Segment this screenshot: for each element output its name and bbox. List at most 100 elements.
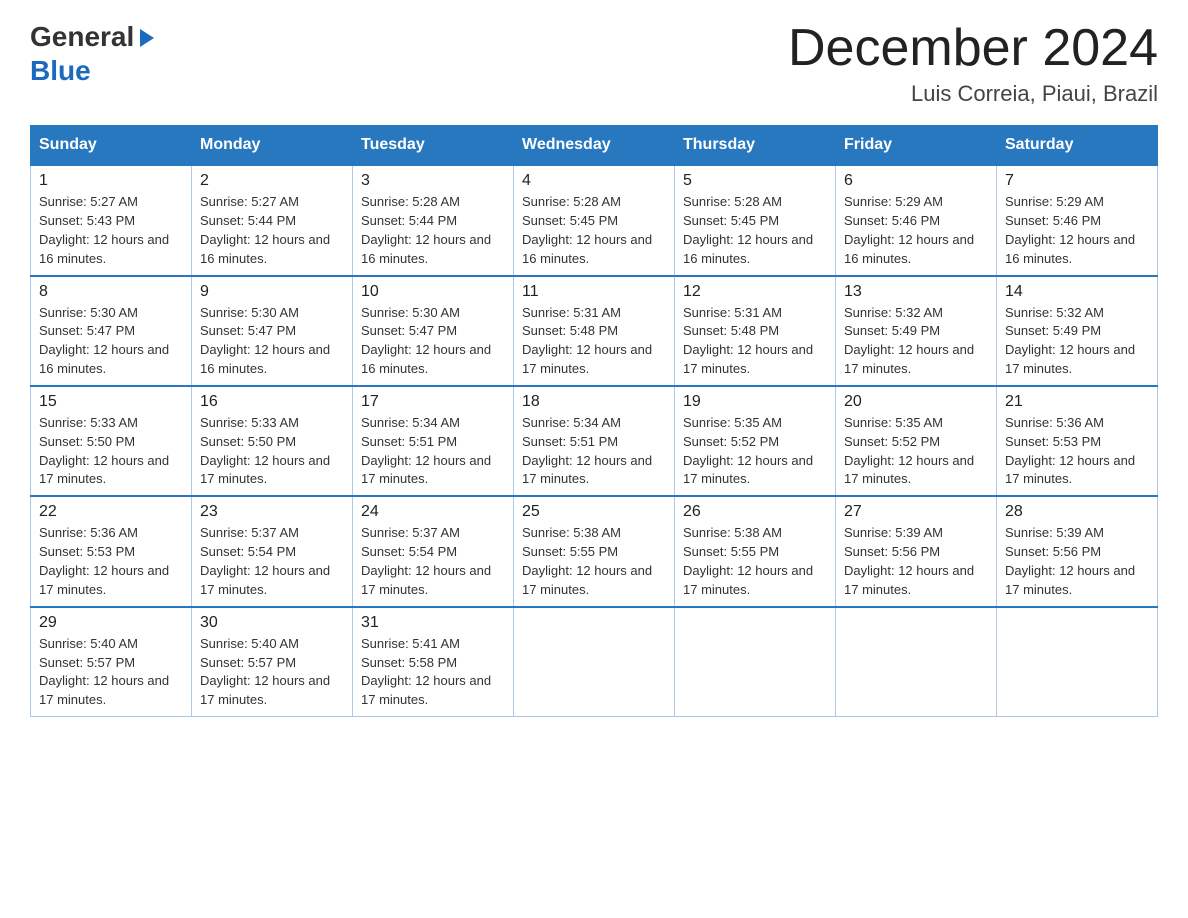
day-cell: 11Sunrise: 5:31 AMSunset: 5:48 PMDayligh… <box>514 276 675 386</box>
day-number: 1 <box>39 172 183 190</box>
day-cell: 17 Sunrise: 5:34 AMSunset: 5:51 PMDayligh… <box>353 386 514 496</box>
day-info: Sunrise: 5:36 AMSunset: 5:53 PMDaylight:… <box>1005 414 1149 489</box>
day-cell: 24 Sunrise: 5:37 AMSunset: 5:54 PMDayligh… <box>353 496 514 606</box>
day-cell: 1 Sunrise: 5:27 AMSunset: 5:43 PMDaylight… <box>31 165 192 275</box>
day-info: Sunrise: 5:29 AMSunset: 5:46 PMDaylight:… <box>1005 193 1149 268</box>
logo: General Blue <box>30 20 158 87</box>
day-info: Sunrise: 5:36 AMSunset: 5:53 PMDaylight:… <box>39 524 183 599</box>
day-cell: 29Sunrise: 5:40 AMSunset: 5:57 PMDayligh… <box>31 607 192 717</box>
day-number: 31 <box>361 614 505 632</box>
day-number: 29 <box>39 614 183 632</box>
day-info: Sunrise: 5:28 AMSunset: 5:45 PMDaylight:… <box>683 193 827 268</box>
day-cell: 22Sunrise: 5:36 AMSunset: 5:53 PMDayligh… <box>31 496 192 606</box>
day-info: Sunrise: 5:40 AMSunset: 5:57 PMDaylight:… <box>200 635 344 710</box>
day-number: 30 <box>200 614 344 632</box>
logo-arrow-icon <box>136 27 158 49</box>
day-cell: 20Sunrise: 5:35 AMSunset: 5:52 PMDayligh… <box>836 386 997 496</box>
logo-blue: Blue <box>30 55 91 86</box>
day-number: 24 <box>361 503 505 521</box>
title-block: December 2024 Luis Correia, Piaui, Brazi… <box>788 20 1158 107</box>
day-info: Sunrise: 5:30 AMSunset: 5:47 PMDaylight:… <box>39 304 183 379</box>
day-info: Sunrise: 5:33 AMSunset: 5:50 PMDaylight:… <box>39 414 183 489</box>
day-info: Sunrise: 5:27 AMSunset: 5:44 PMDaylight:… <box>200 193 344 268</box>
day-cell: 26 Sunrise: 5:38 AMSunset: 5:55 PMDayligh… <box>675 496 836 606</box>
day-number: 27 <box>844 503 988 521</box>
day-cell: 18 Sunrise: 5:34 AMSunset: 5:51 PMDayligh… <box>514 386 675 496</box>
day-number: 13 <box>844 283 988 301</box>
day-cell: 2 Sunrise: 5:27 AMSunset: 5:44 PMDaylight… <box>192 165 353 275</box>
header-thursday: Thursday <box>675 126 836 166</box>
day-number: 19 <box>683 393 827 411</box>
day-number: 20 <box>844 393 988 411</box>
day-cell: 31 Sunrise: 5:41 AMSunset: 5:58 PMDayligh… <box>353 607 514 717</box>
day-number: 14 <box>1005 283 1149 301</box>
day-info: Sunrise: 5:32 AMSunset: 5:49 PMDaylight:… <box>1005 304 1149 379</box>
day-info: Sunrise: 5:35 AMSunset: 5:52 PMDaylight:… <box>683 414 827 489</box>
header-tuesday: Tuesday <box>353 126 514 166</box>
day-info: Sunrise: 5:38 AMSunset: 5:55 PMDaylight:… <box>522 524 666 599</box>
day-cell: 4 Sunrise: 5:28 AMSunset: 5:45 PMDaylight… <box>514 165 675 275</box>
day-number: 28 <box>1005 503 1149 521</box>
day-cell: 15Sunrise: 5:33 AMSunset: 5:50 PMDayligh… <box>31 386 192 496</box>
day-cell: 12 Sunrise: 5:31 AMSunset: 5:48 PMDayligh… <box>675 276 836 386</box>
day-number: 10 <box>361 283 505 301</box>
day-cell <box>514 607 675 717</box>
day-info: Sunrise: 5:28 AMSunset: 5:45 PMDaylight:… <box>522 193 666 268</box>
day-info: Sunrise: 5:34 AMSunset: 5:51 PMDaylight:… <box>522 414 666 489</box>
day-cell: 16 Sunrise: 5:33 AMSunset: 5:50 PMDayligh… <box>192 386 353 496</box>
day-number: 2 <box>200 172 344 190</box>
week-row-3: 15Sunrise: 5:33 AMSunset: 5:50 PMDayligh… <box>31 386 1158 496</box>
day-cell <box>997 607 1158 717</box>
day-info: Sunrise: 5:33 AMSunset: 5:50 PMDaylight:… <box>200 414 344 489</box>
day-info: Sunrise: 5:30 AMSunset: 5:47 PMDaylight:… <box>361 304 505 379</box>
day-cell: 8 Sunrise: 5:30 AMSunset: 5:47 PMDaylight… <box>31 276 192 386</box>
day-info: Sunrise: 5:41 AMSunset: 5:58 PMDaylight:… <box>361 635 505 710</box>
header-friday: Friday <box>836 126 997 166</box>
day-cell: 25 Sunrise: 5:38 AMSunset: 5:55 PMDayligh… <box>514 496 675 606</box>
day-info: Sunrise: 5:34 AMSunset: 5:51 PMDaylight:… <box>361 414 505 489</box>
day-number: 8 <box>39 283 183 301</box>
day-number: 26 <box>683 503 827 521</box>
day-cell <box>675 607 836 717</box>
day-info: Sunrise: 5:39 AMSunset: 5:56 PMDaylight:… <box>844 524 988 599</box>
day-number: 25 <box>522 503 666 521</box>
day-cell: 21 Sunrise: 5:36 AMSunset: 5:53 PMDayligh… <box>997 386 1158 496</box>
day-number: 4 <box>522 172 666 190</box>
week-row-5: 29 Sunrise: 5:40 AMSunset: 5:57 PMDayligh… <box>31 607 1158 717</box>
day-cell: 6Sunrise: 5:29 AMSunset: 5:46 PMDaylight… <box>836 165 997 275</box>
day-number: 16 <box>200 393 344 411</box>
location-title: Luis Correia, Piaui, Brazil <box>788 81 1158 107</box>
day-number: 9 <box>200 283 344 301</box>
header-sunday: Sunday <box>31 126 192 166</box>
page-header: General Blue December 2024 Luis Correia,… <box>30 20 1158 107</box>
day-info: Sunrise: 5:37 AMSunset: 5:54 PMDaylight:… <box>361 524 505 599</box>
day-number: 11 <box>522 283 666 301</box>
day-number: 18 <box>522 393 666 411</box>
day-info: Sunrise: 5:29 AMSunset: 5:46 PMDaylight:… <box>844 193 988 268</box>
day-cell: 30 Sunrise: 5:40 AMSunset: 5:57 PMDayligh… <box>192 607 353 717</box>
week-row-4: 22Sunrise: 5:36 AMSunset: 5:53 PMDayligh… <box>31 496 1158 606</box>
day-number: 17 <box>361 393 505 411</box>
day-cell: 27 Sunrise: 5:39 AMSunset: 5:56 PMDayligh… <box>836 496 997 606</box>
day-number: 23 <box>200 503 344 521</box>
day-number: 21 <box>1005 393 1149 411</box>
logo-general: General <box>30 20 134 54</box>
day-cell: 10 Sunrise: 5:30 AMSunset: 5:47 PMDayligh… <box>353 276 514 386</box>
day-number: 12 <box>683 283 827 301</box>
day-info: Sunrise: 5:38 AMSunset: 5:55 PMDaylight:… <box>683 524 827 599</box>
day-number: 7 <box>1005 172 1149 190</box>
day-number: 3 <box>361 172 505 190</box>
day-cell: 13 Sunrise: 5:32 AMSunset: 5:49 PMDayligh… <box>836 276 997 386</box>
week-row-1: 1 Sunrise: 5:27 AMSunset: 5:43 PMDaylight… <box>31 165 1158 275</box>
day-cell: 28Sunrise: 5:39 AMSunset: 5:56 PMDayligh… <box>997 496 1158 606</box>
week-row-2: 8 Sunrise: 5:30 AMSunset: 5:47 PMDaylight… <box>31 276 1158 386</box>
calendar-header-row: SundayMondayTuesdayWednesdayThursdayFrid… <box>31 126 1158 166</box>
day-info: Sunrise: 5:32 AMSunset: 5:49 PMDaylight:… <box>844 304 988 379</box>
day-info: Sunrise: 5:31 AMSunset: 5:48 PMDaylight:… <box>683 304 827 379</box>
day-info: Sunrise: 5:37 AMSunset: 5:54 PMDaylight:… <box>200 524 344 599</box>
day-info: Sunrise: 5:30 AMSunset: 5:47 PMDaylight:… <box>200 304 344 379</box>
day-cell: 3Sunrise: 5:28 AMSunset: 5:44 PMDaylight… <box>353 165 514 275</box>
day-cell: 14 Sunrise: 5:32 AMSunset: 5:49 PMDayligh… <box>997 276 1158 386</box>
day-cell: 9 Sunrise: 5:30 AMSunset: 5:47 PMDaylight… <box>192 276 353 386</box>
day-info: Sunrise: 5:27 AMSunset: 5:43 PMDaylight:… <box>39 193 183 268</box>
